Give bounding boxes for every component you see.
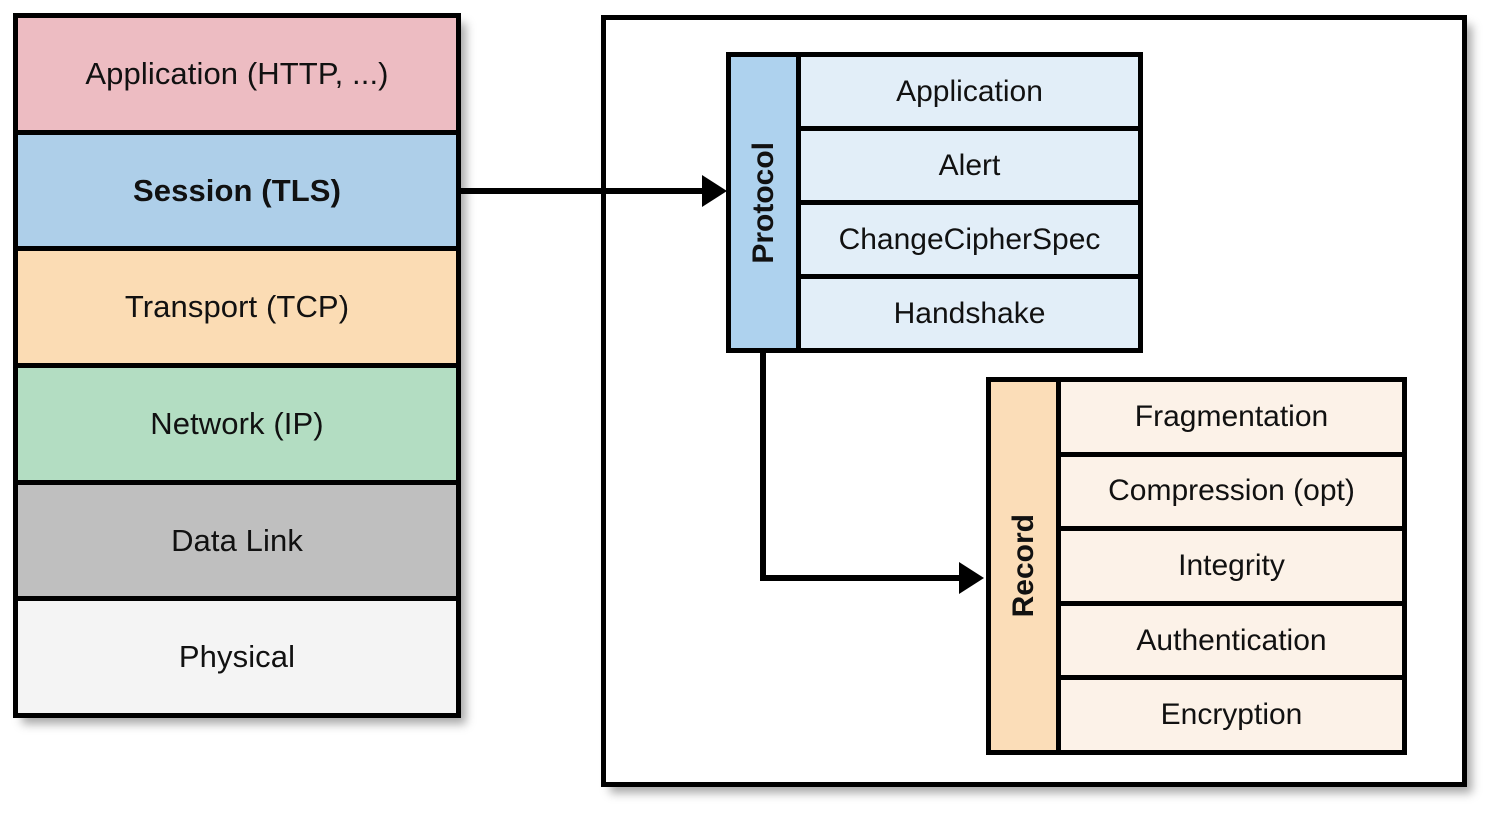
record-row-integrity: Integrity bbox=[1061, 531, 1402, 606]
stack-layer-session: Session (TLS) bbox=[18, 134, 456, 252]
record-row-label: Compression (opt) bbox=[1108, 474, 1355, 508]
record-row-authentication: Authentication bbox=[1061, 605, 1402, 681]
record-row-compression: Compression (opt) bbox=[1061, 456, 1402, 532]
stack-layer-label: Network (IP) bbox=[150, 405, 324, 441]
stack-layer-label: Session (TLS) bbox=[133, 172, 341, 208]
arrowhead-icon bbox=[959, 562, 984, 594]
record-side-label: Record bbox=[1006, 514, 1040, 618]
stack-layer-transport: Transport (TCP) bbox=[18, 251, 456, 369]
protocol-side-label: Protocol bbox=[746, 141, 780, 264]
stack-layer-label: Application (HTTP, ...) bbox=[85, 55, 389, 91]
record-row-label: Fragmentation bbox=[1134, 399, 1329, 433]
stack-layer-label: Physical bbox=[178, 639, 296, 675]
connector-line-segment bbox=[461, 188, 708, 194]
arrowhead-icon bbox=[702, 175, 727, 207]
stack-layer-label: Transport (TCP) bbox=[124, 289, 350, 325]
tls-protocol-group: Protocol Application Alert ChangeCipherS… bbox=[726, 52, 1143, 353]
protocol-row-handshake: Handshake bbox=[801, 279, 1138, 348]
stack-layer-network: Network (IP) bbox=[18, 368, 456, 485]
stack-layer-application: Application (HTTP, ...) bbox=[18, 18, 456, 135]
record-row-list: Fragmentation Compression (opt) Integrit… bbox=[1061, 382, 1402, 750]
record-row-label: Encryption bbox=[1160, 698, 1303, 732]
stack-layer-datalink: Data Link bbox=[18, 484, 456, 602]
protocol-row-label: Handshake bbox=[893, 296, 1046, 330]
network-layer-stack: Application (HTTP, ...) Session (TLS) Tr… bbox=[13, 13, 461, 718]
record-side-label-cell: Record bbox=[991, 382, 1061, 750]
tls-record-group: Record Fragmentation Compression (opt) I… bbox=[986, 377, 1407, 755]
record-row-fragmentation: Fragmentation bbox=[1061, 382, 1402, 457]
protocol-row-label: Application bbox=[896, 74, 1043, 108]
connector-line-segment bbox=[760, 353, 766, 581]
protocol-row-alert: Alert bbox=[801, 131, 1138, 205]
protocol-row-list: Application Alert ChangeCipherSpec Hands… bbox=[801, 57, 1138, 348]
protocol-row-label: Alert bbox=[938, 148, 1001, 182]
stack-layer-physical: Physical bbox=[18, 601, 456, 714]
protocol-row-application: Application bbox=[801, 57, 1138, 131]
record-row-label: Authentication bbox=[1136, 623, 1327, 657]
connector-line-segment bbox=[760, 575, 965, 581]
stack-layer-label: Data Link bbox=[171, 522, 303, 558]
protocol-side-label-cell: Protocol bbox=[731, 57, 801, 348]
protocol-row-changecipherspec: ChangeCipherSpec bbox=[801, 205, 1138, 279]
record-row-label: Integrity bbox=[1178, 548, 1285, 582]
record-row-encryption: Encryption bbox=[1061, 680, 1402, 750]
protocol-row-label: ChangeCipherSpec bbox=[838, 222, 1101, 256]
diagram-canvas: Application (HTTP, ...) Session (TLS) Tr… bbox=[0, 0, 1494, 818]
